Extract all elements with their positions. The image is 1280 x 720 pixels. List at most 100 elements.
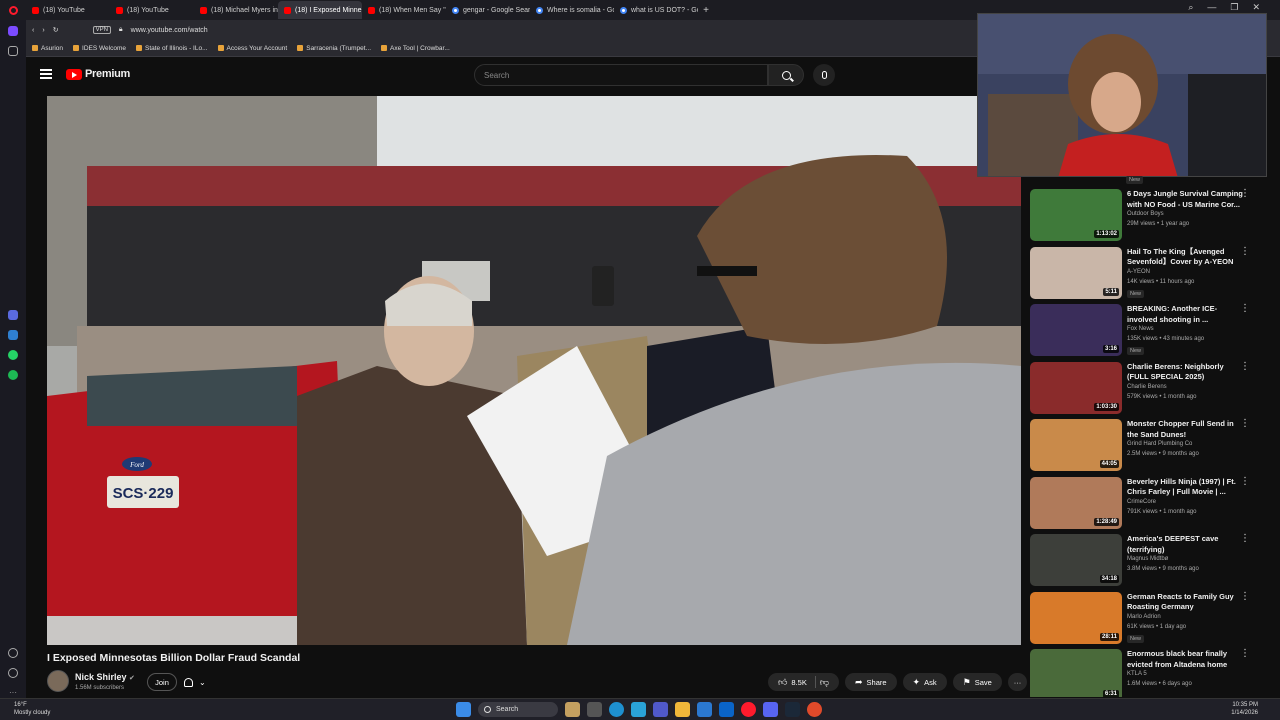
more-actions-button[interactable]: ··· (1007, 673, 1028, 691)
windows-start-icon[interactable] (456, 702, 471, 717)
video-title[interactable]: Monster Chopper Full Send in the Sand Du… (1127, 419, 1245, 440)
video-title[interactable]: Enormous black bear finally evicted from… (1127, 649, 1245, 670)
more-icon[interactable]: ··· (8, 688, 18, 698)
opera-menu-icon[interactable] (0, 5, 26, 15)
recommended-video[interactable]: 6:31 Enormous black bear finally evicted … (1030, 649, 1260, 697)
more-options-icon[interactable]: ⋮ (1240, 189, 1250, 199)
video-thumbnail[interactable]: 28:11 (1030, 591, 1122, 644)
app-icon[interactable] (807, 702, 822, 717)
video-thumbnail[interactable]: 3:16 (1030, 304, 1122, 356)
heart-icon[interactable] (8, 648, 18, 659)
channel-name[interactable]: Outdoor Boys (1127, 211, 1245, 217)
more-options-icon[interactable]: ⋮ (1240, 246, 1250, 256)
outlook-icon[interactable] (719, 702, 734, 717)
discord-icon[interactable] (763, 702, 778, 717)
reload-icon[interactable]: ↻ (53, 26, 59, 34)
video-title[interactable]: America's DEEPEST cave (terrifying) (1127, 534, 1245, 555)
video-thumbnail[interactable]: 1:03:30 (1030, 361, 1122, 414)
join-button[interactable]: Join (147, 673, 177, 691)
recommended-video[interactable]: 1:28:49 Beverley Hills Ninja (1997) | Ft.… (1030, 476, 1260, 533)
opera-icon[interactable] (741, 702, 756, 717)
more-options-icon[interactable]: ⋮ (1240, 419, 1250, 429)
channel-name[interactable]: A-YEON (1127, 269, 1245, 275)
store-icon[interactable] (697, 702, 712, 717)
more-options-icon[interactable]: ⋮ (1240, 304, 1250, 314)
recommended-video[interactable]: 34:18 America's DEEPEST cave (terrifying)… (1030, 534, 1260, 590)
browser-tab[interactable]: what is US DOT? - Googl... (614, 1, 698, 19)
browser-tab[interactable]: gengar - Google Search (446, 1, 530, 19)
video-title[interactable]: Hail To The King【Avenged Sevenfold】Cover… (1127, 247, 1245, 268)
recommended-video[interactable]: 5:11 Hail To The King【Avenged Sevenfold】C… (1030, 246, 1260, 303)
bookmark-item[interactable]: Asurion (32, 45, 63, 52)
notification-bell-button[interactable]: ⌄ (184, 673, 220, 691)
more-options-icon[interactable]: ⋮ (1240, 361, 1250, 371)
more-options-icon[interactable]: ⋮ (1240, 591, 1250, 601)
bookmark-item[interactable]: Sarracenia (Trumpet... (297, 45, 371, 52)
channel-name[interactable]: Magnus Midtbø (1127, 556, 1245, 562)
video-title[interactable]: Charlie Berens: Neighborly (FULL SPECIAL… (1127, 362, 1245, 383)
copilot-icon[interactable] (631, 702, 646, 717)
channel-name[interactable]: Nick Shirley ✔ (75, 672, 135, 682)
video-thumbnail[interactable]: 34:18 (1030, 534, 1122, 586)
teams-icon[interactable] (653, 702, 668, 717)
browser-tab[interactable]: (18) When Men Say "Be R... (362, 1, 446, 19)
spotify-icon[interactable] (8, 370, 18, 380)
history-icon[interactable] (8, 668, 18, 679)
more-options-icon[interactable]: ⋮ (1240, 476, 1250, 486)
maximize-button[interactable]: ❐ (1230, 2, 1238, 13)
video-player[interactable]: SCS·229 Ford (47, 96, 1021, 645)
bookmark-item[interactable]: Access Your Account (217, 45, 287, 52)
task-view-icon[interactable] (587, 702, 602, 717)
channel-avatar[interactable] (47, 670, 69, 692)
weather-widget[interactable]: 16°F Mostly cloudy (14, 701, 50, 717)
browser-tab[interactable]: (18) Michael Myers inter... (194, 1, 278, 19)
video-title[interactable]: German Reacts to Family Guy Roasting Ger… (1127, 592, 1245, 613)
search-button[interactable] (768, 64, 804, 86)
close-window-button[interactable]: ✕ (1252, 2, 1260, 13)
forward-icon[interactable]: › (42, 27, 44, 34)
video-thumbnail[interactable]: 1:28:49 (1030, 476, 1122, 529)
minimize-button[interactable]: — (1207, 2, 1216, 13)
video-title[interactable]: Beverley Hills Ninja (1997) | Ft. Chris … (1127, 477, 1245, 498)
file-explorer-icon[interactable] (675, 702, 690, 717)
channel-name[interactable]: CrimeCore (1127, 499, 1245, 505)
ask-button[interactable]: ✦ Ask (902, 673, 947, 691)
steam-icon[interactable] (785, 702, 800, 717)
voice-search-button[interactable] (813, 64, 835, 86)
like-button[interactable]: 👍︎ 8.5K 👎︎ (768, 673, 839, 691)
system-clock[interactable]: 10:35 PM 1/14/2026 (1231, 701, 1258, 717)
search-input[interactable]: Search (474, 64, 768, 86)
home-icon[interactable] (8, 26, 18, 36)
star-icon[interactable] (8, 45, 18, 56)
hamburger-menu-icon[interactable] (40, 69, 52, 79)
recommended-video[interactable]: 1:03:30 Charlie Berens: Neighborly (FULL … (1030, 361, 1260, 418)
widgets-icon[interactable] (565, 702, 580, 717)
whatsapp-icon[interactable] (8, 350, 18, 361)
recommended-video[interactable]: 1:13:02 6 Days Jungle Survival Camping wi… (1030, 189, 1260, 245)
video-thumbnail[interactable]: 1:13:02 (1030, 189, 1122, 241)
video-thumbnail[interactable]: 5:11 (1030, 246, 1122, 299)
channel-name[interactable]: Marlo Adrion (1127, 614, 1245, 620)
browser-tab[interactable]: Where is somalia - Googl... (530, 1, 614, 19)
channel-name[interactable]: KTLA 5 (1127, 671, 1245, 677)
url-field[interactable]: www.youtube.com/watch (131, 27, 208, 34)
video-thumbnail[interactable]: 44:05 (1030, 419, 1122, 471)
video-thumbnail[interactable]: 6:31 (1030, 649, 1122, 697)
messenger-icon[interactable] (8, 330, 18, 341)
share-button[interactable]: ➦ Share (844, 673, 897, 691)
video-title[interactable]: 6 Days Jungle Survival Camping with NO F… (1127, 189, 1245, 210)
recommended-video[interactable]: 28:11 German Reacts to Family Guy Roastin… (1030, 591, 1260, 648)
bookmark-item[interactable]: State of Illinois - ILo... (136, 45, 208, 52)
youtube-premium-logo[interactable]: Premium (66, 68, 130, 80)
bookmark-item[interactable]: IDES Welcome (73, 45, 126, 52)
back-icon[interactable]: ‹ (32, 27, 34, 34)
new-tab-button[interactable]: + (698, 5, 714, 16)
edge-icon[interactable] (609, 702, 624, 717)
channel-name[interactable]: Grind Hard Plumbing Co (1127, 441, 1245, 447)
bookmark-item[interactable]: Axe Tool | Crowbar... (381, 45, 450, 52)
more-options-icon[interactable]: ⋮ (1240, 534, 1250, 544)
recommended-video[interactable]: 44:05 Monster Chopper Full Send in the Sa… (1030, 419, 1260, 475)
search-tabs-icon[interactable]: ⌕ (1188, 2, 1193, 13)
taskbar-search[interactable]: Search (478, 702, 558, 717)
browser-tab[interactable]: (18) YouTube (110, 1, 194, 19)
